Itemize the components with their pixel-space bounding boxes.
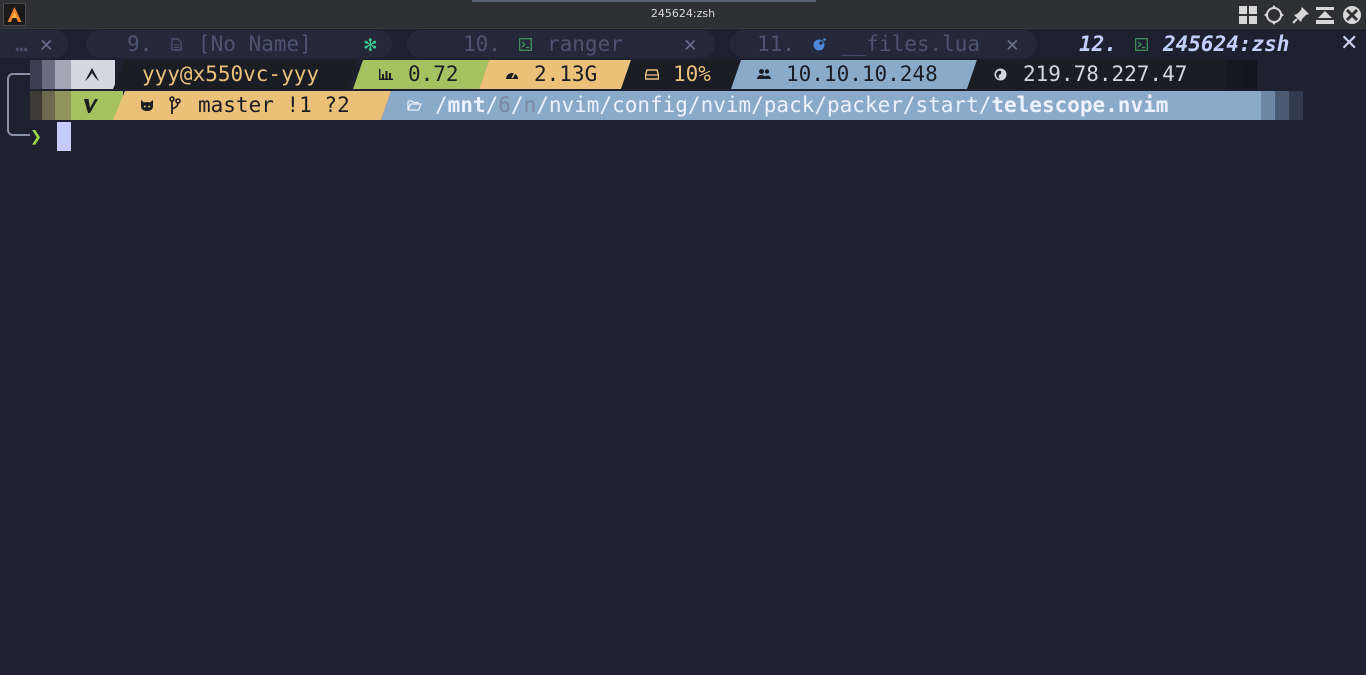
path-shortened: 6 bbox=[498, 93, 511, 117]
tab-close-button[interactable]: ✕ bbox=[1006, 30, 1019, 58]
globe-icon bbox=[994, 68, 1007, 81]
segment-fade bbox=[30, 60, 42, 89]
segment-fade bbox=[1289, 91, 1303, 120]
tab-index: 12. bbox=[1079, 32, 1117, 56]
path-shortened: n bbox=[523, 93, 537, 117]
tile-layout-button[interactable] bbox=[1238, 5, 1258, 25]
close-window-button[interactable] bbox=[1342, 5, 1362, 25]
path-current-dir: telescope.nvim bbox=[991, 93, 1169, 117]
tab-label: 245624:zsh bbox=[1163, 32, 1290, 56]
prompt-line-2: master !1 ?2 /mnt/6/n/nvim/config/nvim/p… bbox=[0, 91, 1366, 120]
os-segment bbox=[71, 60, 115, 89]
path-segment: /mnt/6/n/nvim/config/nvim/pack/packer/st… bbox=[381, 91, 1261, 120]
window-title: 245624:zsh bbox=[650, 7, 716, 20]
tab-files-lua[interactable]: 11. __files.lua ✕ bbox=[730, 30, 1037, 58]
segment-fade bbox=[1243, 60, 1257, 89]
terminal-icon bbox=[519, 38, 532, 51]
segment-fade bbox=[55, 91, 71, 120]
hard-drive-icon bbox=[645, 69, 659, 80]
git-branch-icon bbox=[169, 96, 181, 115]
close-icon bbox=[1343, 6, 1361, 24]
tab-bar: … ✕ 9. [No Name] ✻ 10. ranger ✕ 11. __fi… bbox=[0, 29, 1366, 60]
user-host-segment: yyy@x550vc-yyy bbox=[113, 60, 357, 89]
user-host-text: yyy@x550vc-yyy bbox=[142, 62, 320, 86]
tab-overflow[interactable]: … ✕ bbox=[0, 30, 68, 58]
pin-window-button[interactable] bbox=[1291, 5, 1311, 25]
path-text: /mnt/6/n/nvim/config/nvim/pack/packer/st… bbox=[435, 91, 1168, 120]
segment-fade bbox=[55, 60, 71, 89]
segment-fade bbox=[30, 91, 42, 120]
terminal-cursor[interactable] bbox=[57, 122, 71, 151]
tab-index: 10. bbox=[463, 32, 501, 56]
tab-label: … bbox=[15, 32, 28, 56]
path-middle: /nvim/config/nvim/pack/packer/start/ bbox=[536, 93, 992, 117]
pin-icon bbox=[1292, 7, 1309, 24]
git-segment: master !1 ?2 bbox=[113, 91, 391, 120]
segment-fade bbox=[42, 60, 55, 89]
tab-index: 9. bbox=[127, 32, 153, 56]
disk-segment: 10% bbox=[621, 60, 741, 89]
prompt-line-1: yyy@x550vc-yyy 0.72 2.13G 10% 10.10.10.2… bbox=[0, 60, 1366, 89]
window-titlebar: 245624:zsh bbox=[0, 0, 1366, 29]
tab-close-button[interactable]: ✕ bbox=[40, 30, 53, 58]
tab-label: [No Name] bbox=[198, 32, 312, 56]
tab-ranger[interactable]: 10. ranger ✕ bbox=[407, 30, 715, 58]
segment-fade bbox=[42, 91, 55, 120]
segment-fade bbox=[1227, 60, 1243, 89]
move-arrows-icon bbox=[1264, 5, 1284, 25]
local-ip-segment: 10.10.10.248 bbox=[731, 60, 977, 89]
ram-text: 2.13G bbox=[534, 62, 598, 86]
tab-no-name[interactable]: 9. [No Name] ✻ bbox=[86, 30, 392, 58]
network-users-icon bbox=[757, 68, 771, 80]
folder-open-icon bbox=[407, 100, 422, 111]
prompt-char: ❯ bbox=[30, 124, 43, 148]
titlebar-accent-line bbox=[472, 0, 816, 2]
segment-fade bbox=[1261, 91, 1275, 120]
file-icon bbox=[171, 38, 182, 51]
terminal-icon bbox=[1135, 38, 1148, 51]
maximize-icon bbox=[1316, 7, 1334, 24]
lua-icon bbox=[813, 38, 826, 51]
move-window-button[interactable] bbox=[1264, 5, 1284, 25]
tab-label: ranger bbox=[547, 32, 623, 56]
tab-bar-close-button[interactable]: ✕ bbox=[1340, 30, 1358, 58]
tab-modified-marker: ✻ bbox=[364, 32, 377, 56]
vim-icon bbox=[84, 99, 98, 113]
maximize-window-button[interactable] bbox=[1315, 5, 1335, 25]
git-branch-text: master !1 ?2 bbox=[198, 93, 350, 117]
path-sep: / bbox=[485, 93, 499, 117]
segment-fade bbox=[1275, 91, 1289, 120]
public-ip-segment: 219.78.227.47 bbox=[967, 60, 1227, 89]
public-ip-text: 219.78.227.47 bbox=[1023, 62, 1188, 86]
path-sep: / bbox=[510, 93, 524, 117]
arch-linux-icon bbox=[85, 68, 99, 81]
tab-label: __files.lua bbox=[841, 32, 981, 56]
load-text: 0.72 bbox=[408, 62, 459, 86]
path-anchor: mnt bbox=[447, 93, 486, 117]
ram-segment: 2.13G bbox=[479, 60, 631, 89]
github-icon bbox=[140, 99, 154, 112]
load-segment: 0.72 bbox=[353, 60, 489, 89]
tab-zsh-active[interactable]: 12. 245624:zsh bbox=[1065, 30, 1327, 58]
tab-close-button[interactable]: ✕ bbox=[684, 30, 697, 58]
disk-text: 10% bbox=[673, 62, 711, 86]
speedometer-icon bbox=[505, 68, 519, 80]
local-ip-text: 10.10.10.248 bbox=[786, 62, 938, 86]
grid-icon bbox=[1239, 6, 1257, 24]
path-root: / bbox=[435, 93, 448, 117]
tab-index: 11. bbox=[757, 32, 795, 56]
bar-chart-icon bbox=[379, 69, 393, 80]
